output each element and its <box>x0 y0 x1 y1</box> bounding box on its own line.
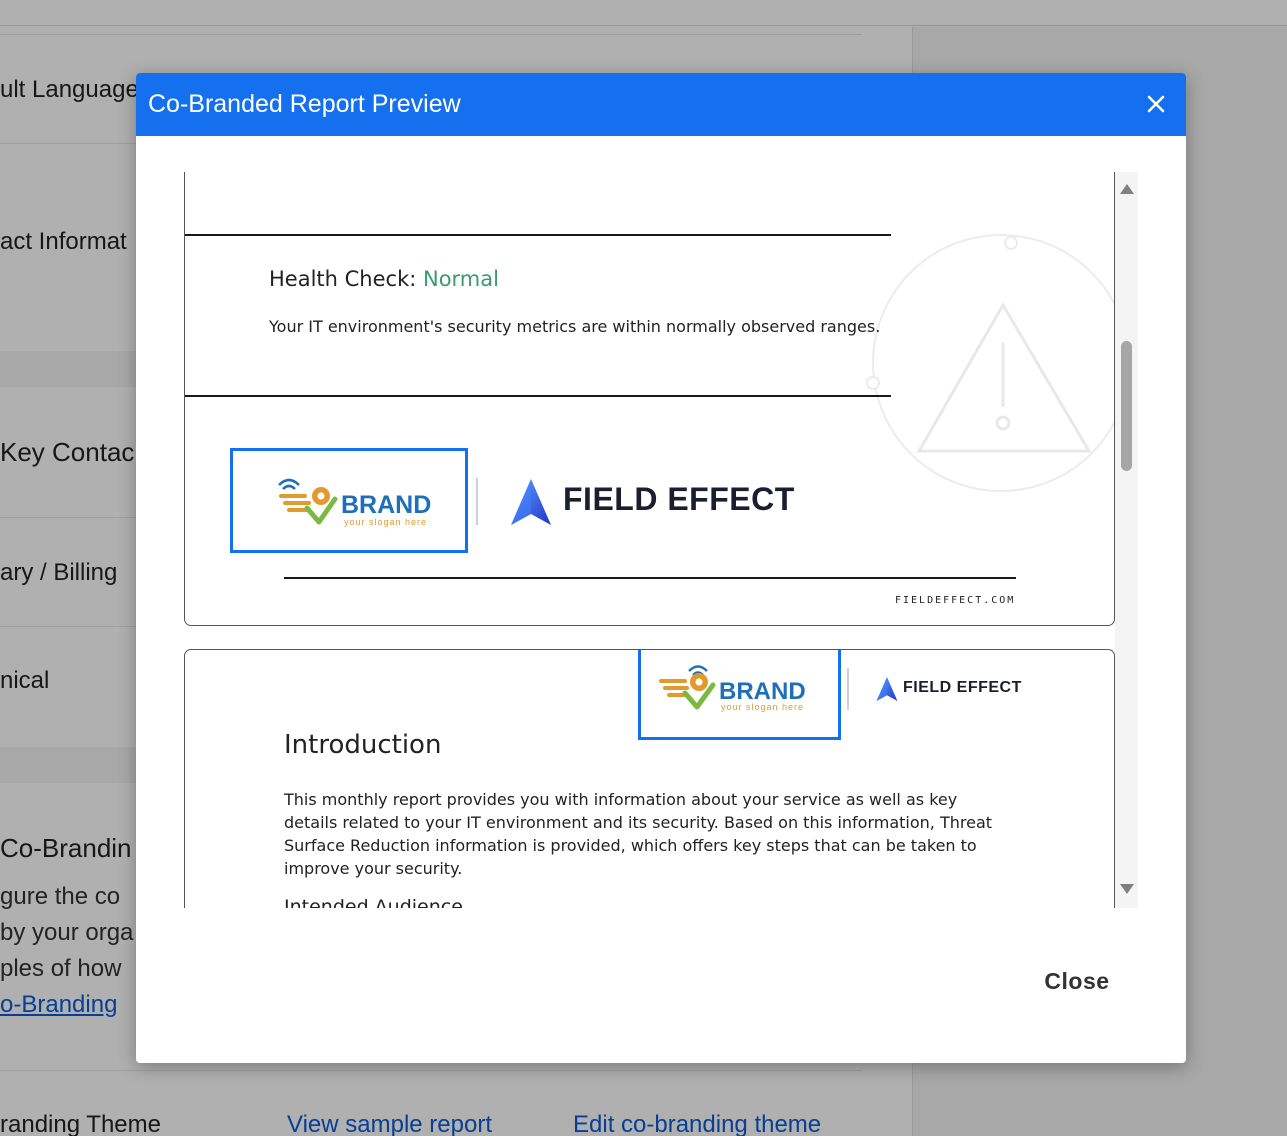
preview-scrollbar[interactable] <box>1115 172 1138 908</box>
brand-logo-highlight[interactable]: BRAND your slogan here <box>230 448 468 553</box>
report-page: BRAND your slogan here FIELD EFFECT Intr… <box>184 649 1115 908</box>
section-rule <box>185 234 891 236</box>
scroll-up-arrow-icon[interactable] <box>1120 184 1134 194</box>
report-preview-viewport[interactable]: Health Check: Normal Your IT environment… <box>174 172 1138 908</box>
report-preview-modal: Co-Branded Report Preview Health Check: … <box>136 73 1186 1063</box>
field-effect-url: FIELDEFFECT.COM <box>895 595 1016 606</box>
health-check-description: Your IT environment's security metrics a… <box>269 317 881 336</box>
brand-word: BRAND <box>719 678 806 705</box>
field-effect-logo-icon <box>511 479 551 525</box>
field-effect-logo-icon <box>876 677 898 701</box>
scroll-down-arrow-icon[interactable] <box>1120 884 1134 894</box>
logo-separator <box>847 668 849 710</box>
health-check-status: Normal <box>422 267 499 291</box>
close-button[interactable]: Close <box>1032 961 1122 1001</box>
scroll-thumb[interactable] <box>1121 341 1132 471</box>
brand-word: BRAND <box>341 491 431 519</box>
health-check-line: Health Check: Normal <box>269 267 499 291</box>
health-check-label: Health Check: <box>269 267 423 291</box>
section-rule <box>185 395 891 397</box>
field-effect-wordmark: FIELD EFFECT <box>903 679 1022 696</box>
footer-rule <box>284 577 1016 579</box>
warning-watermark-icon <box>866 234 1114 492</box>
close-icon[interactable] <box>1141 89 1171 119</box>
introduction-heading: Introduction <box>284 730 442 760</box>
brand-logo-icon: BRAND your slogan here <box>659 665 806 712</box>
logo-separator <box>476 478 478 525</box>
brand-logo-highlight[interactable]: BRAND your slogan here <box>638 650 841 740</box>
intended-audience-heading: Intended Audience <box>284 896 463 908</box>
introduction-body: This monthly report provides you with in… <box>284 790 993 878</box>
brand-slogan: your slogan here <box>344 517 427 527</box>
modal-header: Co-Branded Report Preview <box>136 73 1186 136</box>
brand-slogan: your slogan here <box>721 702 804 712</box>
modal-title: Co-Branded Report Preview <box>148 90 461 118</box>
field-effect-wordmark: FIELD EFFECT <box>563 481 795 517</box>
report-page: Health Check: Normal Your IT environment… <box>184 172 1115 626</box>
brand-logo-icon: BRAND your slogan here <box>278 478 431 527</box>
